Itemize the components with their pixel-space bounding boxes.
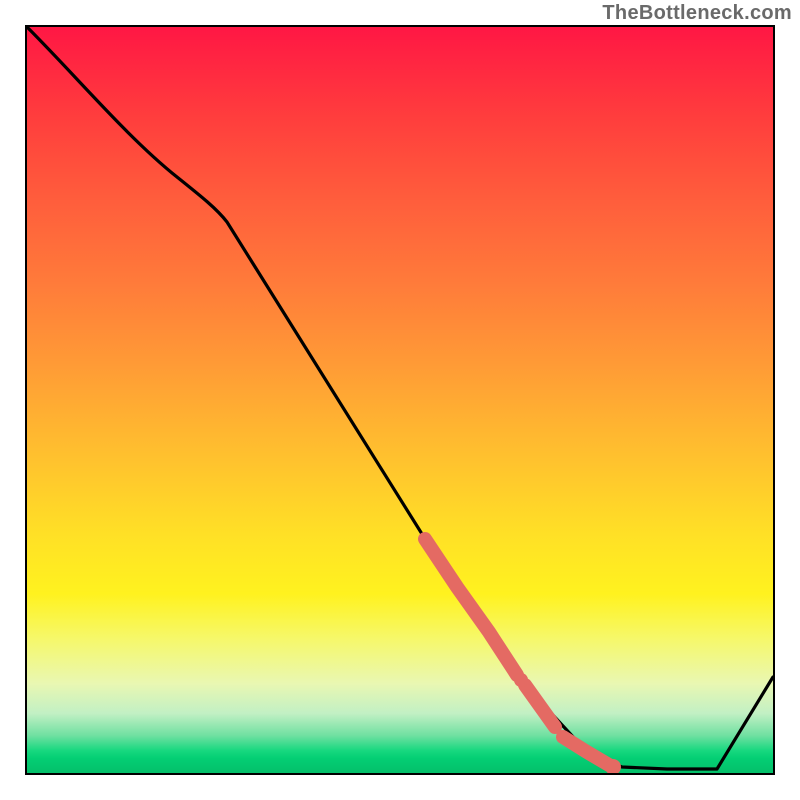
bottleneck-chart: TheBottleneck.com <box>0 0 800 800</box>
attribution-label: TheBottleneck.com <box>602 2 792 25</box>
highlight-segment <box>425 539 609 765</box>
plot-area <box>25 25 775 775</box>
chart-svg <box>27 27 773 773</box>
bottleneck-curve-path <box>27 27 773 769</box>
highlight-dot-mid <box>514 673 528 687</box>
